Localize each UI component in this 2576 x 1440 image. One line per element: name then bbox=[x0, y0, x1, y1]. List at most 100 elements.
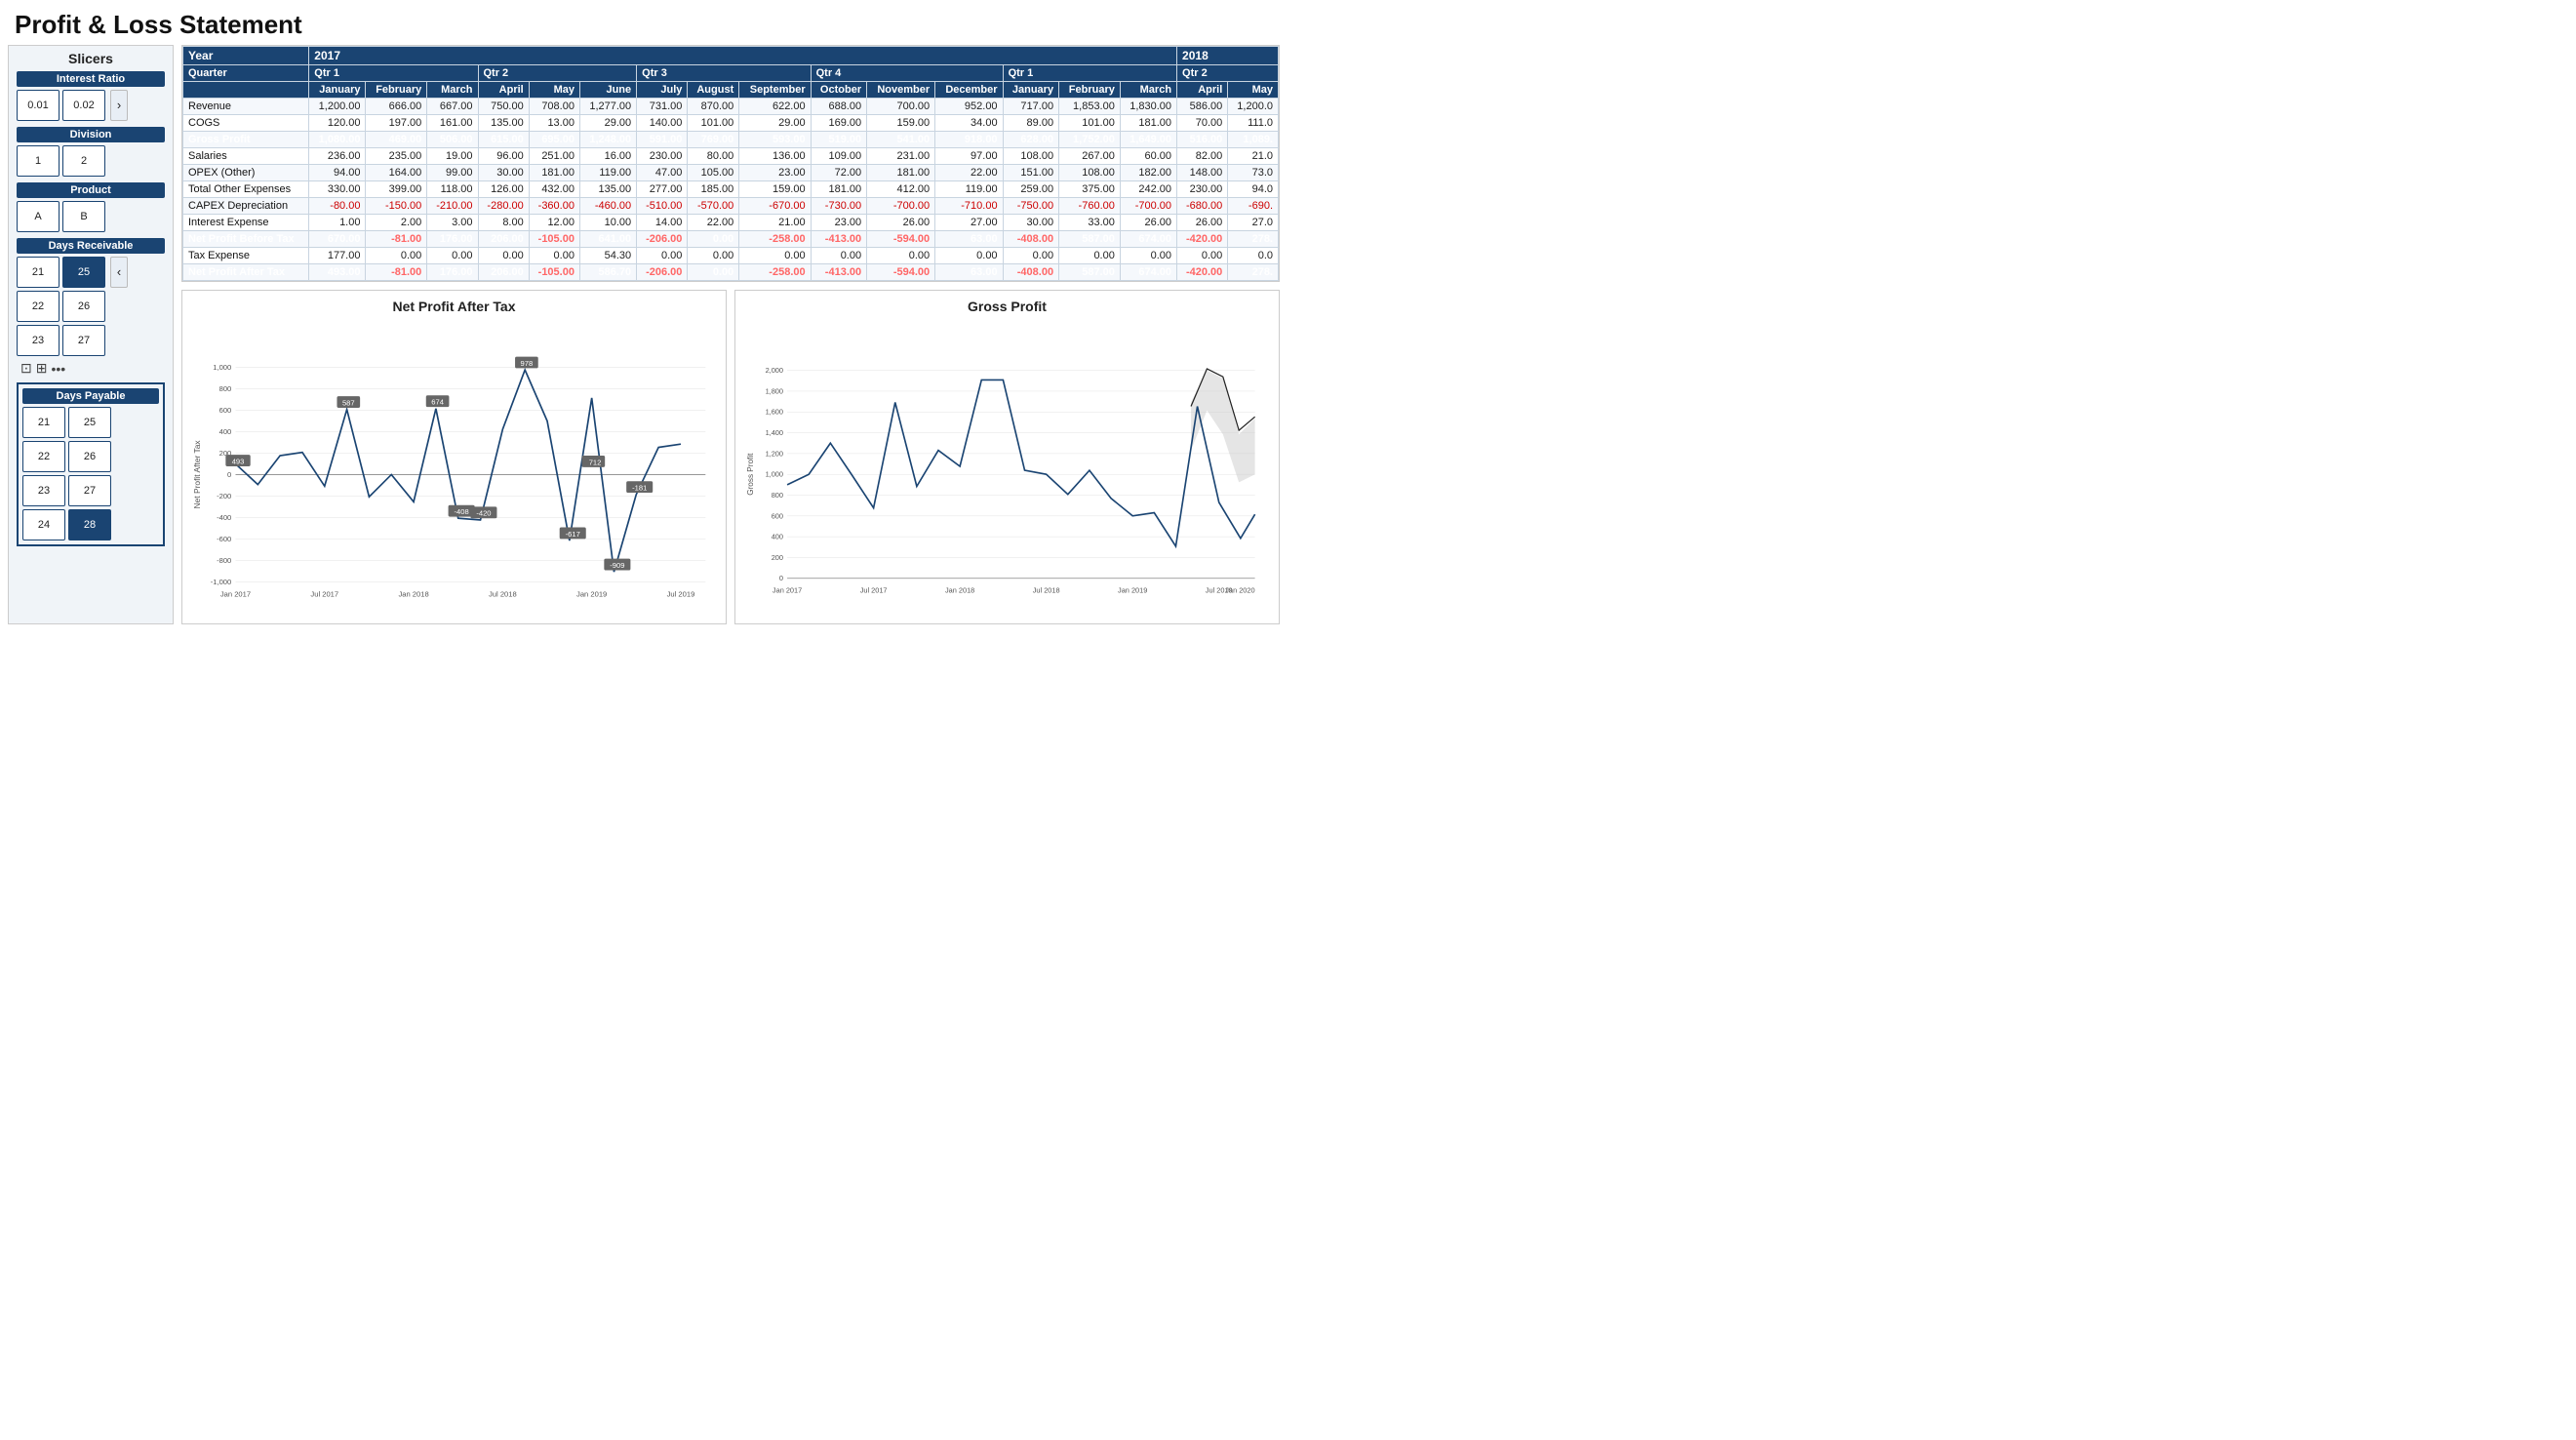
table-cell: 177.00 bbox=[309, 248, 366, 264]
table-cell: 30.00 bbox=[478, 165, 529, 181]
slicer-btn-2[interactable]: 2 bbox=[62, 145, 105, 177]
slicer-btn-21[interactable]: 21 bbox=[17, 257, 59, 288]
row-label: Tax Expense bbox=[183, 248, 309, 264]
table-cell: 119.00 bbox=[935, 181, 1003, 198]
table-cell: 26.00 bbox=[867, 215, 935, 231]
table-cell: 89.00 bbox=[1003, 115, 1059, 132]
table-cell: 164.00 bbox=[366, 165, 427, 181]
slicer-btn-25[interactable]: 25 bbox=[62, 257, 105, 288]
month-sep: September bbox=[739, 82, 811, 99]
qtr3-2017: Qtr 3 bbox=[637, 65, 811, 82]
table-cell: -570.00 bbox=[688, 198, 739, 215]
table-cell: 136.00 bbox=[739, 148, 811, 165]
slicer-payable-btn-21[interactable]: 21 bbox=[22, 407, 65, 438]
slicer-btn-27[interactable]: 27 bbox=[62, 325, 105, 356]
slicer-payable-btn-22[interactable]: 22 bbox=[22, 441, 65, 472]
table-cell: 23.00 bbox=[739, 165, 811, 181]
table-cell: -408.00 bbox=[1003, 264, 1059, 281]
slicer-payable-btn-24[interactable]: 24 bbox=[22, 509, 65, 540]
table-cell: 432.00 bbox=[529, 181, 579, 198]
table-cell: -700.00 bbox=[1120, 198, 1176, 215]
svg-text:Jan 2018: Jan 2018 bbox=[945, 586, 974, 595]
svg-text:1,000: 1,000 bbox=[766, 470, 783, 479]
table-cell: -413.00 bbox=[811, 264, 867, 281]
slicer-payable-btn-27[interactable]: 27 bbox=[68, 475, 111, 506]
qtr4-2017: Qtr 4 bbox=[811, 65, 1003, 82]
gross-profit-svg: Gross Profit 2,000 1,800 1,600 1,400 1,2… bbox=[743, 320, 1271, 613]
table-cell: 80.00 bbox=[688, 148, 739, 165]
pl-table-wrapper[interactable]: Year 2017 2018 Quarter Qtr 1 Qtr 2 Qtr 3… bbox=[181, 45, 1280, 282]
table-cell: 29.00 bbox=[739, 115, 811, 132]
table-cell: 259.00 bbox=[1003, 181, 1059, 198]
slicer-payable-btn-26[interactable]: 26 bbox=[68, 441, 111, 472]
table-cell: -360.00 bbox=[529, 198, 579, 215]
more-icon[interactable]: ••• bbox=[51, 361, 65, 377]
slicer-btn-1[interactable]: 1 bbox=[17, 145, 59, 177]
table-cell: 169.00 bbox=[811, 115, 867, 132]
slicer-btn-0.02[interactable]: 0.02 bbox=[62, 90, 105, 121]
table-cell: 30.00 bbox=[1003, 215, 1059, 231]
svg-text:1,000: 1,000 bbox=[213, 363, 231, 372]
slicer-nav-right-interest[interactable]: › bbox=[110, 90, 128, 121]
filter-icon[interactable]: ⊡ bbox=[20, 360, 32, 377]
table-cell: 16.00 bbox=[579, 148, 636, 165]
table-cell: -258.00 bbox=[739, 231, 811, 248]
slicer-btn-0.01[interactable]: 0.01 bbox=[17, 90, 59, 121]
table-cell: 1,649.00 bbox=[1120, 132, 1176, 148]
table-cell: -81.00 bbox=[366, 264, 427, 281]
select-icon[interactable]: ⊞ bbox=[36, 360, 48, 377]
slicer-days-receivable: Days Receivable 21 25 ‹ 22 26 23 27 ⊡ ⊞ … bbox=[17, 238, 165, 377]
pl-table: Year 2017 2018 Quarter Qtr 1 Qtr 2 Qtr 3… bbox=[182, 46, 1279, 281]
row-label: Net Profit Before Tax bbox=[183, 231, 309, 248]
month-aug: August bbox=[688, 82, 739, 99]
table-cell: 1,089. bbox=[1228, 132, 1279, 148]
slicer-nav-left-receivable[interactable]: ‹ bbox=[110, 257, 128, 288]
svg-text:800: 800 bbox=[219, 384, 232, 393]
slicer-btn-23[interactable]: 23 bbox=[17, 325, 59, 356]
row-label: Salaries bbox=[183, 148, 309, 165]
table-cell: 72.00 bbox=[811, 165, 867, 181]
row-label: CAPEX Depreciation bbox=[183, 198, 309, 215]
slicer-payable-btn-23[interactable]: 23 bbox=[22, 475, 65, 506]
table-cell: 34.00 bbox=[935, 115, 1003, 132]
table-cell: 181.00 bbox=[529, 165, 579, 181]
table-cell: 82.00 bbox=[1177, 148, 1228, 165]
table-cell: 586.00 bbox=[1177, 99, 1228, 115]
row-label: COGS bbox=[183, 115, 309, 132]
slicer-payable-btn-25[interactable]: 25 bbox=[68, 407, 111, 438]
table-cell: 0.00 bbox=[688, 248, 739, 264]
table-row: Revenue1,200.00666.00667.00750.00708.001… bbox=[183, 99, 1279, 115]
svg-text:Jan 2019: Jan 2019 bbox=[1118, 586, 1147, 595]
slicer-btn-a[interactable]: A bbox=[17, 201, 59, 232]
table-cell: 0.00 bbox=[935, 248, 1003, 264]
table-cell: 119.00 bbox=[579, 165, 636, 181]
table-cell: -700.00 bbox=[867, 198, 935, 215]
slicer-btn-26[interactable]: 26 bbox=[62, 291, 105, 322]
table-cell: 23.00 bbox=[811, 215, 867, 231]
svg-text:Gross Profit: Gross Profit bbox=[746, 453, 755, 496]
table-row: Net Profit After Tax493.00-81.00176.0020… bbox=[183, 264, 1279, 281]
qtr2-2017: Qtr 2 bbox=[478, 65, 637, 82]
table-cell: 506.00 bbox=[427, 132, 478, 148]
table-cell: -594.00 bbox=[867, 231, 935, 248]
slicer-btn-b[interactable]: B bbox=[62, 201, 105, 232]
slicer-btn-22[interactable]: 22 bbox=[17, 291, 59, 322]
table-cell: 251.00 bbox=[529, 148, 579, 165]
table-cell: 27.0 bbox=[1228, 215, 1279, 231]
table-cell: 19.00 bbox=[427, 148, 478, 165]
table-cell: 615.00 bbox=[478, 132, 529, 148]
year-2017: 2017 bbox=[309, 47, 1177, 65]
table-cell: 2.00 bbox=[366, 215, 427, 231]
svg-text:978: 978 bbox=[521, 359, 534, 368]
month-mar: March bbox=[427, 82, 478, 99]
table-cell: 47.00 bbox=[637, 165, 688, 181]
slicer-division: Division 1 2 bbox=[17, 127, 165, 177]
table-cell: -420.00 bbox=[1177, 231, 1228, 248]
table-cell: 12.00 bbox=[529, 215, 579, 231]
table-cell: 182.00 bbox=[1120, 165, 1176, 181]
table-cell: 105.00 bbox=[688, 165, 739, 181]
table-cell: 99.00 bbox=[427, 165, 478, 181]
slicer-payable-btn-28[interactable]: 28 bbox=[68, 509, 111, 540]
table-cell: 235.00 bbox=[366, 148, 427, 165]
table-cell: 73.0 bbox=[1228, 165, 1279, 181]
